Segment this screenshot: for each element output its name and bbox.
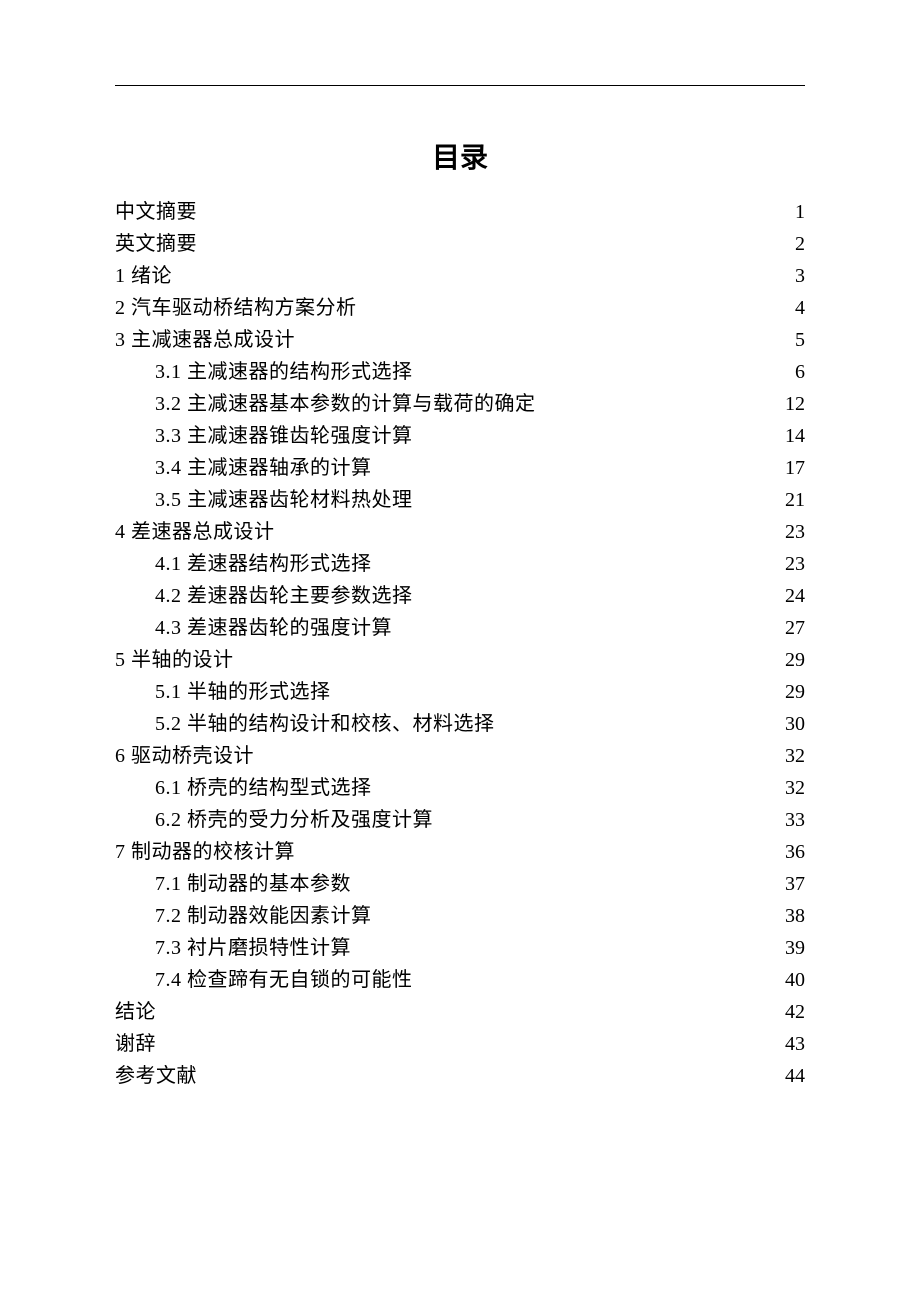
toc-entry-text: 7 制动器的校核计算 bbox=[115, 836, 295, 868]
toc-entry-text: 3 主减速器总成设计 bbox=[115, 324, 295, 356]
toc-entry-page: 5 bbox=[775, 324, 805, 356]
toc-entry-text: 1 绪论 bbox=[115, 260, 172, 292]
toc-entry: 3.1 主减速器的结构形式选择 6 bbox=[115, 356, 805, 388]
toc-entry-page: 33 bbox=[775, 804, 805, 836]
toc-entry-text: 6.2 桥壳的受力分析及强度计算 bbox=[155, 804, 433, 836]
toc-entry: 5.2 半轴的结构设计和校核、材料选择 30 bbox=[115, 708, 805, 740]
toc-entry-text: 5.2 半轴的结构设计和校核、材料选择 bbox=[155, 708, 495, 740]
toc-entry-text: 4 差速器总成设计 bbox=[115, 516, 275, 548]
toc-entry-page: 14 bbox=[775, 420, 805, 452]
toc-entry: 4.1 差速器结构形式选择 23 bbox=[115, 548, 805, 580]
toc-entry-page: 36 bbox=[775, 836, 805, 868]
toc-entry-page: 4 bbox=[775, 292, 805, 324]
toc-entry: 5.1 半轴的形式选择 29 bbox=[115, 676, 805, 708]
toc-entry-text: 4.1 差速器结构形式选择 bbox=[155, 548, 372, 580]
toc-entry-page: 43 bbox=[775, 1028, 805, 1060]
toc-entry-text: 7.2 制动器效能因素计算 bbox=[155, 900, 372, 932]
toc-entry-page: 42 bbox=[775, 996, 805, 1028]
toc-entry-text: 5.1 半轴的形式选择 bbox=[155, 676, 331, 708]
toc-entry-text: 参考文献 bbox=[115, 1060, 197, 1092]
toc-entry: 2 汽车驱动桥结构方案分析 4 bbox=[115, 292, 805, 324]
toc-list: 中文摘要 1 英文摘要 2 1 绪论 3 2 汽车驱动桥结构方案分析 4 3 主减速器总成设计 5… bbox=[115, 196, 805, 1092]
toc-entry-page: 23 bbox=[775, 548, 805, 580]
toc-entry-text: 谢辞 bbox=[115, 1028, 156, 1060]
toc-entry-text: 4.2 差速器齿轮主要参数选择 bbox=[155, 580, 413, 612]
toc-entry-text: 2 汽车驱动桥结构方案分析 bbox=[115, 292, 357, 324]
header-rule bbox=[115, 85, 805, 86]
toc-entry-text: 中文摘要 bbox=[115, 196, 197, 228]
toc-entry-text: 5 半轴的设计 bbox=[115, 644, 234, 676]
toc-title: 目录 bbox=[115, 136, 805, 176]
toc-entry-text: 6.1 桥壳的结构型式选择 bbox=[155, 772, 372, 804]
toc-entry: 7.1 制动器的基本参数 37 bbox=[115, 868, 805, 900]
toc-entry-text: 6 驱动桥壳设计 bbox=[115, 740, 254, 772]
toc-entry-page: 17 bbox=[775, 452, 805, 484]
toc-entry-page: 1 bbox=[775, 196, 805, 228]
toc-entry-page: 39 bbox=[775, 932, 805, 964]
toc-entry: 7.2 制动器效能因素计算 38 bbox=[115, 900, 805, 932]
toc-entry-page: 2 bbox=[775, 228, 805, 260]
toc-entry: 7.4 检查蹄有无自锁的可能性 40 bbox=[115, 964, 805, 996]
toc-entry: 6.2 桥壳的受力分析及强度计算 33 bbox=[115, 804, 805, 836]
toc-entry: 谢辞 43 bbox=[115, 1028, 805, 1060]
toc-entry: 英文摘要 2 bbox=[115, 228, 805, 260]
toc-entry: 3.3 主减速器锥齿轮强度计算 14 bbox=[115, 420, 805, 452]
toc-entry-text: 3.4 主减速器轴承的计算 bbox=[155, 452, 372, 484]
toc-entry-page: 38 bbox=[775, 900, 805, 932]
toc-entry: 7 制动器的校核计算 36 bbox=[115, 836, 805, 868]
toc-entry: 3.4 主减速器轴承的计算 17 bbox=[115, 452, 805, 484]
toc-entry-page: 30 bbox=[775, 708, 805, 740]
toc-entry: 1 绪论 3 bbox=[115, 260, 805, 292]
toc-entry: 4 差速器总成设计 23 bbox=[115, 516, 805, 548]
toc-entry: 3.5 主减速器齿轮材料热处理 21 bbox=[115, 484, 805, 516]
toc-entry-text: 英文摘要 bbox=[115, 228, 197, 260]
toc-entry: 7.3 衬片磨损特性计算 39 bbox=[115, 932, 805, 964]
toc-entry-text: 7.4 检查蹄有无自锁的可能性 bbox=[155, 964, 413, 996]
toc-entry: 3 主减速器总成设计 5 bbox=[115, 324, 805, 356]
toc-entry: 6.1 桥壳的结构型式选择 32 bbox=[115, 772, 805, 804]
toc-entry-text: 结论 bbox=[115, 996, 156, 1028]
toc-entry-page: 27 bbox=[775, 612, 805, 644]
toc-entry-page: 21 bbox=[775, 484, 805, 516]
toc-entry-page: 6 bbox=[775, 356, 805, 388]
toc-entry-page: 37 bbox=[775, 868, 805, 900]
toc-entry-page: 29 bbox=[775, 644, 805, 676]
toc-entry-page: 44 bbox=[775, 1060, 805, 1092]
toc-entry-text: 3.5 主减速器齿轮材料热处理 bbox=[155, 484, 413, 516]
toc-entry-page: 24 bbox=[775, 580, 805, 612]
toc-entry-text: 3.2 主减速器基本参数的计算与载荷的确定 bbox=[155, 388, 536, 420]
toc-entry: 6 驱动桥壳设计 32 bbox=[115, 740, 805, 772]
toc-entry-text: 3.1 主减速器的结构形式选择 bbox=[155, 356, 413, 388]
toc-entry-page: 29 bbox=[775, 676, 805, 708]
toc-entry: 中文摘要 1 bbox=[115, 196, 805, 228]
toc-entry-text: 7.1 制动器的基本参数 bbox=[155, 868, 351, 900]
toc-entry: 3.2 主减速器基本参数的计算与载荷的确定 12 bbox=[115, 388, 805, 420]
document-page: 目录 中文摘要1英文摘要21 绪论32 汽车驱动桥结构方案分析43 主减速器总成… bbox=[0, 0, 920, 1092]
toc-entry: 5 半轴的设计 29 bbox=[115, 644, 805, 676]
toc-entry-page: 32 bbox=[775, 772, 805, 804]
toc-entry-page: 23 bbox=[775, 516, 805, 548]
toc-entry-page: 40 bbox=[775, 964, 805, 996]
toc-entry-page: 32 bbox=[775, 740, 805, 772]
toc-entry-page: 3 bbox=[775, 260, 805, 292]
toc-entry: 参考文献 44 bbox=[115, 1060, 805, 1092]
toc-entry-text: 4.3 差速器齿轮的强度计算 bbox=[155, 612, 392, 644]
toc-entry: 4.2 差速器齿轮主要参数选择 24 bbox=[115, 580, 805, 612]
toc-entry: 结论 42 bbox=[115, 996, 805, 1028]
toc-entry-text: 3.3 主减速器锥齿轮强度计算 bbox=[155, 420, 413, 452]
toc-entry: 4.3 差速器齿轮的强度计算 27 bbox=[115, 612, 805, 644]
toc-entry-text: 7.3 衬片磨损特性计算 bbox=[155, 932, 351, 964]
toc-entry-page: 12 bbox=[775, 388, 805, 420]
